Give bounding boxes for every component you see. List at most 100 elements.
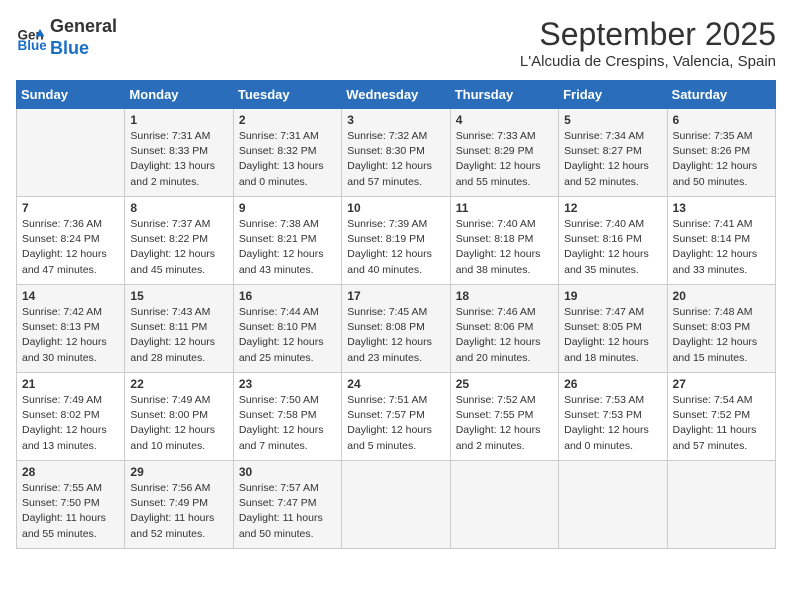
day-cell: 3Sunrise: 7:32 AMSunset: 8:30 PMDaylight… — [342, 109, 450, 197]
sunrise: Sunrise: 7:51 AM — [347, 394, 427, 406]
day-cell — [559, 461, 667, 549]
sunset: Sunset: 7:50 PM — [22, 497, 100, 509]
day-cell — [450, 461, 558, 549]
day-info: Sunrise: 7:45 AMSunset: 8:08 PMDaylight:… — [347, 305, 444, 366]
sunrise: Sunrise: 7:31 AM — [239, 130, 319, 142]
daylight: Daylight: 12 hours and 52 minutes. — [564, 160, 649, 187]
day-info: Sunrise: 7:42 AMSunset: 8:13 PMDaylight:… — [22, 305, 119, 366]
daylight: Daylight: 12 hours and 2 minutes. — [456, 424, 541, 451]
day-number: 19 — [564, 289, 661, 303]
sunrise: Sunrise: 7:47 AM — [564, 306, 644, 318]
daylight: Daylight: 12 hours and 33 minutes. — [673, 248, 758, 275]
sunset: Sunset: 8:02 PM — [22, 409, 100, 421]
sunset: Sunset: 8:24 PM — [22, 233, 100, 245]
day-info: Sunrise: 7:44 AMSunset: 8:10 PMDaylight:… — [239, 305, 336, 366]
daylight: Daylight: 12 hours and 0 minutes. — [564, 424, 649, 451]
daylight: Daylight: 12 hours and 7 minutes. — [239, 424, 324, 451]
sunset: Sunset: 8:11 PM — [130, 321, 207, 333]
sunset: Sunset: 7:52 PM — [673, 409, 751, 421]
logo-icon: Gen Blue — [16, 23, 46, 53]
title-block: September 2025 L'Alcudia de Crespins, Va… — [520, 16, 776, 70]
daylight: Daylight: 12 hours and 25 minutes. — [239, 336, 324, 363]
day-number: 11 — [456, 201, 553, 215]
sunset: Sunset: 8:08 PM — [347, 321, 425, 333]
sunset: Sunset: 8:32 PM — [239, 145, 317, 157]
sunrise: Sunrise: 7:46 AM — [456, 306, 536, 318]
day-info: Sunrise: 7:48 AM Sunset: 8:03 PM Daylight:… — [673, 305, 770, 366]
sunrise: Sunrise: 7:41 AM — [673, 218, 753, 230]
daylight: Daylight: 12 hours and 40 minutes. — [347, 248, 432, 275]
sunset: Sunset: 8:27 PM — [564, 145, 642, 157]
day-info: Sunrise: 7:37 AMSunset: 8:22 PMDaylight:… — [130, 217, 227, 278]
logo: Gen Blue General Blue — [16, 16, 117, 59]
sunset: Sunset: 8:00 PM — [130, 409, 208, 421]
day-cell — [17, 109, 125, 197]
sunset: Sunset: 8:33 PM — [130, 145, 208, 157]
day-info: Sunrise: 7:49 AMSunset: 8:00 PMDaylight:… — [130, 393, 227, 454]
day-number: 21 — [22, 377, 119, 391]
day-number: 26 — [564, 377, 661, 391]
day-number: 7 — [22, 201, 119, 215]
day-cell: 11Sunrise: 7:40 AMSunset: 8:18 PMDayligh… — [450, 197, 558, 285]
day-cell: 24Sunrise: 7:51 AMSunset: 7:57 PMDayligh… — [342, 373, 450, 461]
day-cell — [667, 461, 775, 549]
sunrise: Sunrise: 7:35 AM — [673, 130, 753, 142]
day-cell: 21Sunrise: 7:49 AMSunset: 8:02 PMDayligh… — [17, 373, 125, 461]
day-number: 18 — [456, 289, 553, 303]
week-row-4: 21Sunrise: 7:49 AMSunset: 8:02 PMDayligh… — [17, 373, 776, 461]
day-cell: 9Sunrise: 7:38 AMSunset: 8:21 PMDaylight… — [233, 197, 341, 285]
sunrise: Sunrise: 7:52 AM — [456, 394, 536, 406]
day-info: Sunrise: 7:46 AMSunset: 8:06 PMDaylight:… — [456, 305, 553, 366]
sunrise: Sunrise: 7:55 AM — [22, 482, 102, 494]
sunrise: Sunrise: 7:37 AM — [130, 218, 210, 230]
daylight: Daylight: 13 hours and 2 minutes. — [130, 160, 215, 187]
day-number: 23 — [239, 377, 336, 391]
week-row-2: 7Sunrise: 7:36 AMSunset: 8:24 PMDaylight… — [17, 197, 776, 285]
day-info: Sunrise: 7:57 AMSunset: 7:47 PMDaylight:… — [239, 481, 336, 542]
header: Gen Blue General Blue September 2025 L'A… — [16, 16, 776, 70]
daylight: Daylight: 11 hours and 55 minutes. — [22, 512, 106, 539]
sunrise: Sunrise: 7:53 AM — [564, 394, 644, 406]
day-info: Sunrise: 7:56 AMSunset: 7:49 PMDaylight:… — [130, 481, 227, 542]
day-number: 5 — [564, 113, 661, 127]
day-cell: 22Sunrise: 7:49 AMSunset: 8:00 PMDayligh… — [125, 373, 233, 461]
daylight: Daylight: 12 hours and 20 minutes. — [456, 336, 541, 363]
daylight: Daylight: 12 hours and 13 minutes. — [22, 424, 107, 451]
day-cell: 12Sunrise: 7:40 AMSunset: 8:16 PMDayligh… — [559, 197, 667, 285]
day-number: 15 — [130, 289, 227, 303]
daylight: Daylight: 11 hours and 50 minutes. — [239, 512, 323, 539]
sunset: Sunset: 7:58 PM — [239, 409, 317, 421]
day-number: 3 — [347, 113, 444, 127]
sunset: Sunset: 7:55 PM — [456, 409, 534, 421]
col-header-friday: Friday — [559, 81, 667, 109]
daylight: Daylight: 12 hours and 15 minutes. — [673, 336, 758, 363]
daylight: Daylight: 12 hours and 10 minutes. — [130, 424, 215, 451]
sunrise: Sunrise: 7:54 AM — [673, 394, 753, 406]
daylight: Daylight: 12 hours and 47 minutes. — [22, 248, 107, 275]
day-number: 25 — [456, 377, 553, 391]
week-row-1: 1Sunrise: 7:31 AMSunset: 8:33 PMDaylight… — [17, 109, 776, 197]
sunrise: Sunrise: 7:42 AM — [22, 306, 102, 318]
day-info: Sunrise: 7:34 AM Sunset: 8:27 PM Daylight:… — [564, 129, 661, 190]
sunrise: Sunrise: 7:33 AM — [456, 130, 536, 142]
day-info: Sunrise: 7:31 AMSunset: 8:33 PMDaylight:… — [130, 129, 227, 190]
sunset: Sunset: 7:53 PM — [564, 409, 642, 421]
location-subtitle: L'Alcudia de Crespins, Valencia, Spain — [520, 53, 776, 70]
day-number: 14 — [22, 289, 119, 303]
daylight: Daylight: 11 hours and 57 minutes. — [673, 424, 757, 451]
sunset: Sunset: 8:03 PM — [673, 321, 751, 333]
day-info: Sunrise: 7:52 AM Sunset: 7:55 PM Daylight:… — [456, 393, 553, 454]
day-number: 17 — [347, 289, 444, 303]
day-number: 16 — [239, 289, 336, 303]
day-number: 1 — [130, 113, 227, 127]
col-header-wednesday: Wednesday — [342, 81, 450, 109]
logo-line1: General — [50, 16, 117, 36]
sunrise: Sunrise: 7:48 AM — [673, 306, 753, 318]
sunrise: Sunrise: 7:34 AM — [564, 130, 644, 142]
sunset: Sunset: 7:49 PM — [130, 497, 208, 509]
sunset: Sunset: 8:05 PM — [564, 321, 642, 333]
day-info: Sunrise: 7:47 AMSunset: 8:05 PMDaylight:… — [564, 305, 661, 366]
day-number: 9 — [239, 201, 336, 215]
week-row-3: 14 Sunrise: 7:42 AMSunset: 8:13 PMDayligh… — [17, 285, 776, 373]
daylight: Daylight: 11 hours and 52 minutes. — [130, 512, 214, 539]
